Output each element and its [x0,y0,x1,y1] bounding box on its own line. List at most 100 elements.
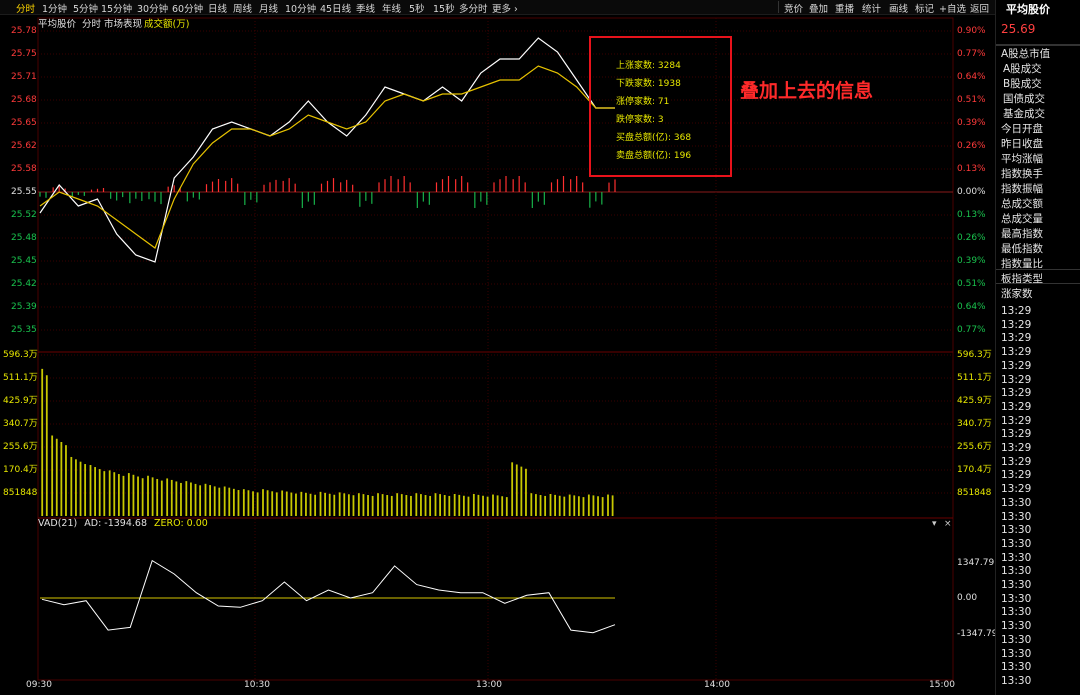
volume-tick-left: 511.1万 [3,373,38,383]
percent-tick-right: 0.26% [957,233,986,243]
price-tick-left: 25.62 [11,141,37,151]
price-tick-left: 25.71 [11,72,37,82]
volume-tick-right: 255.6万 [957,442,992,452]
time-tick: 15:00 [929,680,955,690]
panel-item[interactable]: 国债成交 [1003,93,1045,106]
overlay-caption: 叠加上去的信息 [740,80,874,102]
price-tick-left: 25.48 [11,233,37,243]
vad-tick-right: -1347.79 [957,629,998,639]
tick-time: 13:30 [1001,620,1032,633]
volume-tick-left: 170.4万 [3,465,38,475]
volume-tick-right: 511.1万 [957,373,992,383]
volume-tick-right: 425.9万 [957,396,992,406]
volume-tick-right: 596.3万 [957,350,992,360]
time-tick: 09:30 [26,680,52,690]
panel-item[interactable]: 指数换手 [1001,168,1043,181]
price-tick-left: 25.42 [11,279,37,289]
tick-time: 13:29 [1001,414,1032,427]
panel-item[interactable]: 今日开盘 [1001,123,1043,136]
percent-tick-right: 0.39% [957,256,986,266]
vad-name: VAD(21) [38,518,78,529]
vad-ad-value: AD: -1394.68 [84,518,147,529]
tick-time: 13:30 [1001,633,1032,646]
panel-item[interactable]: 涨家数 [1001,288,1033,301]
percent-tick-right: 0.77% [957,49,986,59]
volume-tick-right: 851848 [957,488,992,498]
tick-time: 13:30 [1001,661,1032,674]
panel-item[interactable]: 最高指数 [1001,228,1043,241]
volume-tick-left: 255.6万 [3,442,38,452]
vad-line [41,559,616,634]
volume-tick-right: 340.7万 [957,419,992,429]
percent-tick-right: 0.51% [957,279,986,289]
tick-time: 13:30 [1001,592,1032,605]
tick-time: 13:30 [1001,606,1032,619]
price-tick-left: 25.45 [11,256,37,266]
panel-item[interactable]: 板指类型 [1001,273,1043,286]
panel-item[interactable]: 最低指数 [1001,243,1043,256]
tick-time: 13:29 [1001,346,1032,359]
panel-item[interactable]: 总成交量 [1001,213,1043,226]
percent-tick-right: 0.26% [957,141,986,151]
overlay-row-sell-total: 卖盘总额(亿): 196 [616,151,692,161]
panel-item[interactable]: A股成交 [1003,63,1042,76]
avg-price-line [39,65,615,249]
price-tick-left: 25.39 [11,302,37,312]
percent-tick-right: 0.13% [957,164,986,174]
volume-tick-left: 851848 [3,488,38,498]
tick-time: 13:29 [1001,400,1032,413]
percent-tick-right: 0.77% [957,325,986,335]
tick-time: 13:29 [1001,373,1032,386]
vad-tick-right: 0.00 [957,593,978,603]
close-icon[interactable]: × [944,519,952,529]
overlay-info-box: 上涨家数: 3284 下跌家数: 1938 涨停家数: 71 跌停家数: 3 买… [589,36,732,177]
tick-time: 13:30 [1001,537,1032,550]
panel-current-value: 25.69 [1001,22,1036,36]
percent-tick-right: 0.64% [957,72,986,82]
price-tick-left: 25.65 [11,118,37,128]
panel-item[interactable]: A股总市值 [1001,48,1050,61]
price-tick-left: 25.52 [11,210,37,220]
collapse-icon[interactable]: ▾ [932,519,937,529]
tick-time: 13:29 [1001,387,1032,400]
tick-time: 13:29 [1001,455,1032,468]
price-tick-left: 25.68 [11,95,37,105]
price-tick-left: 25.75 [11,49,37,59]
vad-zero-value: ZERO: 0.00 [154,518,208,529]
panel-item[interactable]: B股成交 [1003,78,1042,91]
vad-tick-right: 1347.79 [957,558,995,568]
price-line [39,37,615,263]
panel-divider [996,45,1080,46]
panel-item[interactable]: 总成交额 [1001,198,1043,211]
tick-time: 13:30 [1001,565,1032,578]
overlay-row-limit-down: 跌停家数: 3 [616,115,664,125]
panel-item[interactable]: 基金成交 [1003,108,1045,121]
panel-item[interactable]: 昨日收盘 [1001,138,1043,151]
tick-time: 13:29 [1001,332,1032,345]
price-tick-left: 25.55 [11,187,37,197]
tick-time: 13:29 [1001,483,1032,496]
right-info-panel: 平均股价 25.69 A股总市值 A股成交 B股成交国债成交基金成交今日开盘昨日收盘… [995,0,1080,695]
tick-time: 13:30 [1001,496,1032,509]
panel-divider [996,283,1080,284]
overlay-row-up-count: 上涨家数: 3284 [616,61,681,71]
tick-time: 13:29 [1001,442,1032,454]
percent-tick-right: 0.90% [957,26,986,36]
panel-title: 平均股价 [1006,3,1050,16]
panel-item[interactable]: 指数振幅 [1001,183,1043,196]
overlay-row-buy-total: 买盘总额(亿): 368 [616,133,692,143]
volume-tick-left: 596.3万 [3,350,38,360]
price-tick-left: 25.58 [11,164,37,174]
tick-time: 13:30 [1001,510,1032,523]
time-tick: 13:00 [476,680,502,690]
intraday-chart [37,17,954,681]
tick-time: 13:29 [1001,359,1032,372]
price-tick-left: 25.35 [11,325,37,335]
panel-item[interactable]: 平均涨幅 [1001,153,1043,166]
percent-tick-right: 0.64% [957,302,986,312]
time-tick: 14:00 [704,680,730,690]
tick-time: 13:29 [1001,428,1032,441]
volume-tick-right: 170.4万 [957,465,992,475]
vad-header: VAD(21) AD: -1394.68 ZERO: 0.00 [38,518,208,529]
percent-tick-right: 0.00% [957,187,986,197]
